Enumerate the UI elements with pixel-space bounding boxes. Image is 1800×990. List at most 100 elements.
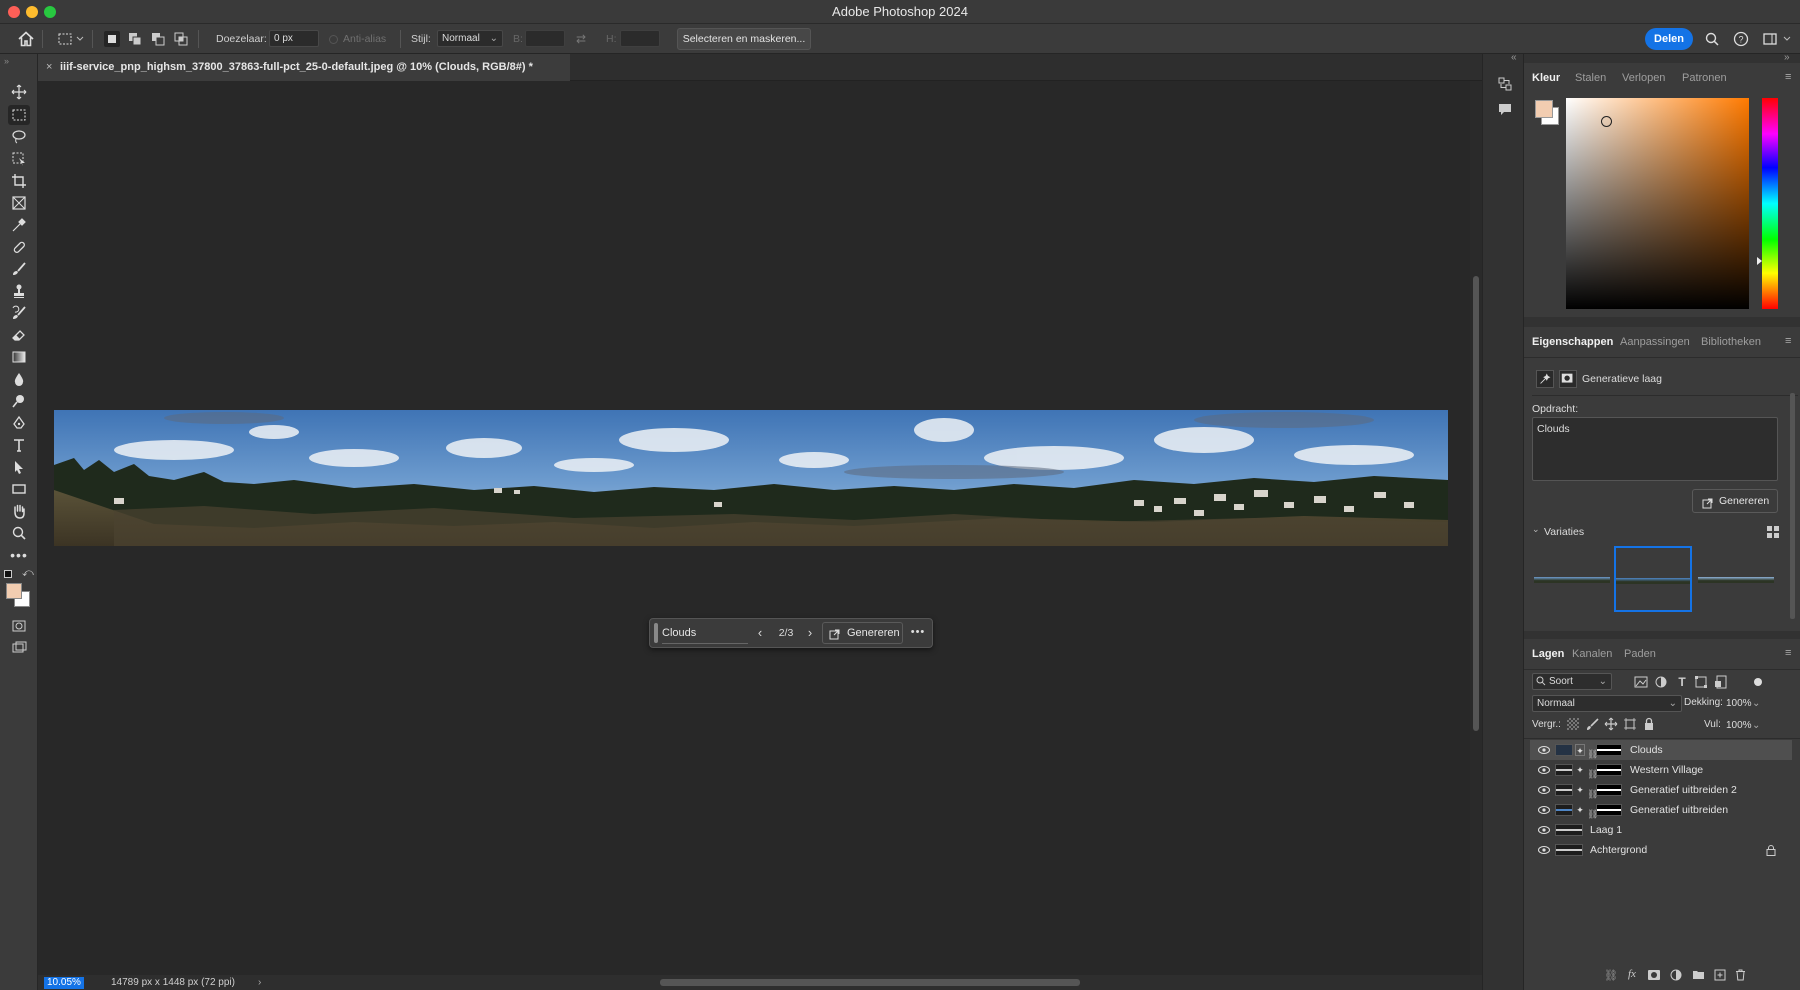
lock-artboard-icon[interactable] [1623,717,1637,731]
vertical-scroll-thumb[interactable] [1473,276,1479,731]
collapse-panels-icon[interactable]: « [1511,52,1517,63]
variation-thumbnail-3[interactable] [1698,549,1774,611]
lock-icon[interactable] [1766,845,1776,856]
prompt-textarea[interactable]: Clouds [1532,417,1778,481]
visibility-eye-icon[interactable] [1538,786,1550,794]
frame-tool-icon[interactable] [8,193,30,213]
visibility-eye-icon[interactable] [1538,806,1550,814]
layer-mask-thumbnail[interactable] [1596,764,1622,776]
default-colors-icon[interactable] [4,570,12,578]
healing-brush-tool-icon[interactable] [8,237,30,257]
chevron-down-icon[interactable] [76,31,84,47]
intersect-selection-icon[interactable] [173,31,189,47]
comments-panel-icon[interactable] [1497,101,1513,117]
filter-shape-icon[interactable] [1694,675,1708,689]
layer-row-layer-1[interactable]: Laag 1 [1530,820,1792,840]
zoom-tool-icon[interactable] [8,523,30,543]
style-select[interactable]: Normaal ⌄ [437,30,503,47]
tab-channels[interactable]: Kanalen [1572,639,1612,669]
layer-row-western-village[interactable]: ✦ ⛓ Western Village [1530,760,1792,780]
tab-paths[interactable]: Paden [1624,639,1656,669]
pen-tool-icon[interactable] [8,413,30,433]
panel-menu-icon[interactable]: ≡ [1785,335,1791,347]
add-mask-icon[interactable] [1648,970,1660,980]
mask-icon[interactable] [1559,370,1577,388]
horizontal-scroll-thumb[interactable] [660,979,1080,986]
visibility-eye-icon[interactable] [1538,846,1550,854]
lock-position-icon[interactable] [1604,717,1618,731]
layer-mask-thumbnail[interactable] [1596,744,1622,756]
marquee-tool-preset-icon[interactable] [57,31,73,47]
width-input[interactable] [525,30,565,47]
layer-filter-select[interactable]: Soort ⌄ [1532,673,1612,690]
move-tool-icon[interactable] [8,82,30,102]
visibility-eye-icon[interactable] [1538,826,1550,834]
prompt-input[interactable]: Clouds [662,622,748,644]
help-icon[interactable]: ? [1733,31,1749,47]
hue-slider-handle[interactable] [1757,257,1762,265]
layer-row-generative-expand[interactable]: ✦ ⛓ Generatief uitbreiden [1530,800,1792,820]
foreground-color-swatch[interactable] [1535,100,1553,118]
select-and-mask-button[interactable]: Selecteren en maskeren... [677,28,811,50]
document-tab[interactable]: × iiif-service_pnp_highsm_37800_37863-fu… [38,54,570,81]
layer-row-clouds[interactable]: ✦ ⛓ Clouds [1530,740,1792,760]
blur-tool-icon[interactable] [8,369,30,389]
object-selection-tool-icon[interactable] [8,149,30,169]
history-brush-tool-icon[interactable] [8,303,30,323]
layer-style-icon[interactable]: fx [1628,968,1636,980]
lock-transparent-icon[interactable] [1567,718,1579,730]
dodge-tool-icon[interactable] [8,391,30,411]
tab-layers[interactable]: Lagen [1532,639,1564,669]
layer-mask-thumbnail[interactable] [1596,784,1622,796]
expand-panels-icon[interactable]: » [1784,52,1790,63]
rectangular-marquee-tool-icon[interactable] [8,105,30,125]
share-button[interactable]: Delen [1645,28,1693,50]
subtract-from-selection-icon[interactable] [150,31,166,47]
zoom-level[interactable]: 10.05% [44,977,84,989]
filter-toggle[interactable] [1754,678,1762,686]
link-layers-icon[interactable]: ⛓ [1604,969,1618,982]
layer-mask-thumbnail[interactable] [1596,804,1622,816]
variation-thumbnail-2[interactable] [1614,546,1692,612]
fill-input[interactable]: 100% [1723,717,1767,734]
lock-all-icon[interactable] [1642,717,1656,731]
filter-adjustment-icon[interactable] [1654,675,1668,689]
layer-row-generative-expand-2[interactable]: ✦ ⛓ Generatief uitbreiden 2 [1530,780,1792,800]
crop-tool-icon[interactable] [8,171,30,191]
delete-layer-icon[interactable] [1735,969,1746,981]
filter-pixel-icon[interactable] [1634,676,1648,688]
chevron-down-icon[interactable]: ⌄ [1752,717,1760,734]
new-layer-icon[interactable] [1714,969,1726,981]
drag-handle[interactable] [654,623,658,643]
tab-patterns[interactable]: Patronen [1682,63,1727,93]
tab-libraries[interactable]: Bibliotheken [1701,327,1761,357]
variation-thumbnail-1[interactable] [1534,549,1610,611]
more-tools-icon[interactable]: ••• [8,545,30,565]
close-window-button[interactable] [8,6,20,18]
previous-variation-icon[interactable]: ‹ [753,624,767,642]
search-icon[interactable] [1704,31,1720,47]
hand-tool-icon[interactable] [8,501,30,521]
lock-pixels-icon[interactable] [1586,717,1600,731]
hue-slider[interactable] [1762,98,1778,309]
foreground-color-swatch[interactable] [6,583,22,599]
adjustment-layer-icon[interactable] [1670,969,1682,981]
add-to-selection-icon[interactable] [127,31,143,47]
generate-button[interactable]: Genereren [822,622,903,644]
antialias-checkbox[interactable] [329,35,338,44]
close-tab-icon[interactable]: × [46,54,52,81]
swap-colors-icon[interactable]: ⤺ [22,567,34,580]
zoom-window-button[interactable] [44,6,56,18]
height-input[interactable] [620,30,660,47]
screen-mode-icon[interactable] [8,638,30,658]
color-picker-handle[interactable] [1601,116,1612,127]
grid-view-icon[interactable] [1766,525,1780,539]
chevron-down-icon[interactable]: ⌄ [1532,524,1540,535]
clone-stamp-tool-icon[interactable] [8,281,30,301]
properties-generate-button[interactable]: Genereren [1692,489,1778,513]
canvas-area[interactable]: Clouds ‹ 2/3 › Genereren ••• [38,81,1470,975]
rectangle-tool-icon[interactable] [8,479,30,499]
brush-tool-icon[interactable] [8,259,30,279]
minimize-window-button[interactable] [26,6,38,18]
tab-swatches[interactable]: Stalen [1575,63,1606,93]
